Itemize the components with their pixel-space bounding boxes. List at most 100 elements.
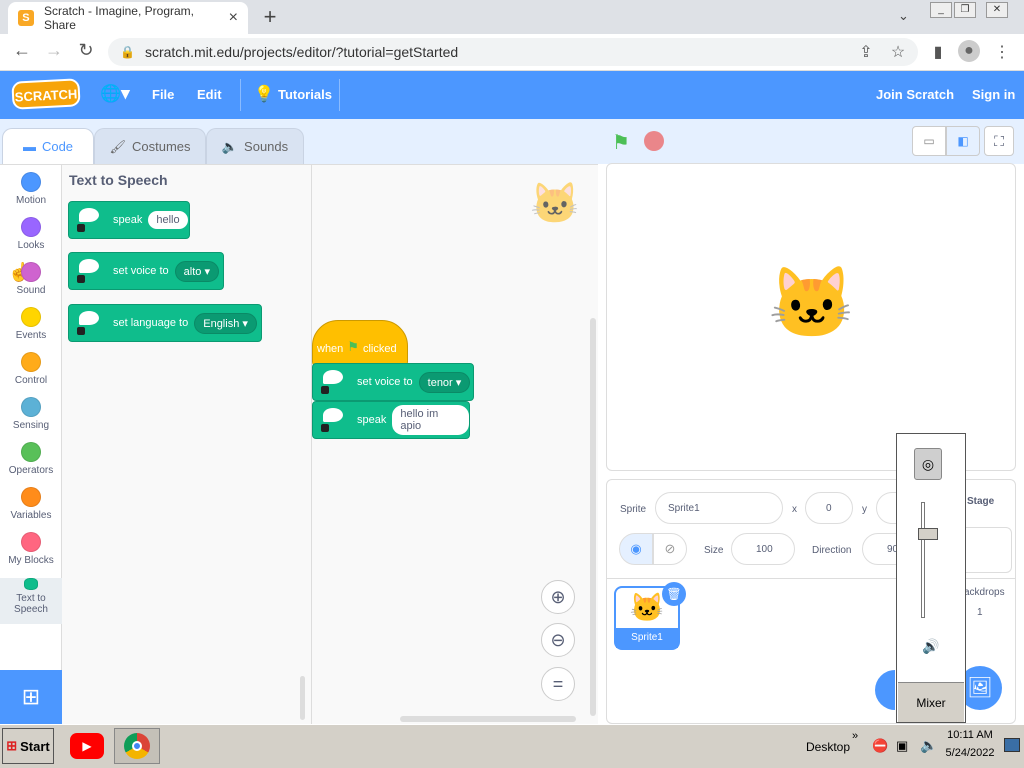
speech-bubble-icon	[323, 408, 343, 422]
category-events[interactable]: Events	[0, 307, 62, 341]
block-label: set voice to	[357, 376, 413, 388]
close-window-button[interactable]: ✕	[986, 2, 1008, 18]
minimize-button[interactable]: _	[930, 2, 952, 18]
script-horizontal-scrollbar[interactable]	[400, 716, 576, 722]
script-block-set-voice[interactable]: set voice to tenor ▾	[312, 363, 474, 401]
new-tab-button[interactable]: +	[258, 4, 282, 30]
code-icon: ▬	[22, 139, 36, 154]
volume-speaker-icon[interactable]: 🔊	[922, 638, 939, 655]
start-button[interactable]: ⊞ Start	[2, 728, 54, 764]
clock-date[interactable]: 5/24/2022	[940, 747, 1000, 759]
size-input[interactable]: 100	[731, 533, 795, 565]
category-sensing[interactable]: Sensing	[0, 397, 62, 431]
dropdown-value: English	[203, 317, 240, 330]
category-label: Sound	[16, 285, 46, 296]
tab-code[interactable]: ▬ Code	[2, 128, 94, 164]
forward-icon[interactable]: →	[42, 40, 66, 61]
block-dropdown[interactable]: English ▾	[194, 312, 257, 334]
small-stage-button[interactable]: ▭	[912, 126, 946, 156]
show-sprite-eye-icon[interactable]: ◉	[619, 533, 653, 565]
cat-sprite-icon[interactable]: 🐱	[768, 268, 855, 338]
category-text-to-speech[interactable]: Text to Speech	[0, 578, 62, 624]
backdrops-count: 1	[977, 607, 983, 618]
volume-slider-track[interactable]	[921, 502, 925, 618]
tray-volume-icon[interactable]: 🔈	[920, 737, 937, 754]
script-vertical-scrollbar[interactable]	[590, 318, 596, 716]
network-warning-icon[interactable]: ⛔	[872, 738, 888, 754]
zoom-reset-button[interactable]: =	[541, 667, 575, 701]
edit-menu[interactable]: Edit	[197, 87, 222, 102]
category-label: Text to Speech	[14, 593, 48, 615]
category-looks[interactable]: Looks	[0, 217, 62, 251]
category-sound[interactable]: Sound	[0, 262, 62, 296]
stage-thumbnail[interactable]	[958, 527, 1012, 573]
block-dropdown[interactable]: tenor ▾	[418, 371, 471, 393]
palette-block-set-voice[interactable]: set voice to alto ▾	[68, 252, 224, 290]
speaker-icon	[321, 424, 329, 432]
fullscreen-button[interactable]: ⛶	[984, 126, 1014, 156]
sign-in-link[interactable]: Sign in	[972, 87, 1015, 102]
tray-device-icon[interactable]: ▣	[896, 738, 908, 754]
category-operators[interactable]: Operators	[0, 442, 62, 476]
x-input[interactable]: 0	[805, 492, 853, 524]
category-label: Control	[14, 375, 48, 386]
chrome-taskbar-button[interactable]	[114, 728, 160, 764]
youtube-icon[interactable]: ▶	[70, 733, 104, 759]
palette-block-set-language[interactable]: set language to English ▾	[68, 304, 262, 342]
desktop-toolbar[interactable]: Desktop	[806, 740, 850, 754]
url-bar[interactable]: 🔒 scratch.mit.edu/projects/editor/?tutor…	[108, 38, 918, 66]
large-stage-button[interactable]: ◧	[946, 126, 980, 156]
block-label: set voice to	[113, 265, 169, 277]
tab-title: Scratch - Imagine, Program, Share	[43, 4, 194, 32]
when-flag-clicked-block[interactable]: when ⚑ clicked	[312, 320, 408, 366]
join-scratch-link[interactable]: Join Scratch	[876, 87, 954, 102]
add-extension-button[interactable]: ⊞	[0, 670, 62, 724]
tutorials-menu[interactable]: Tutorials	[278, 87, 332, 102]
block-input[interactable]: hello	[148, 211, 188, 229]
tab-costumes[interactable]: 🖌 Costumes	[94, 128, 206, 164]
toolbar-chevron-icon[interactable]: »	[852, 730, 858, 742]
delete-sprite-icon[interactable]: 🗑	[662, 582, 686, 606]
dropdown-value: tenor	[427, 376, 453, 389]
show-desktop-icon[interactable]	[1004, 738, 1020, 752]
back-icon[interactable]: ←	[10, 40, 34, 61]
script-block-speak[interactable]: speak hello im apio	[312, 401, 470, 439]
reload-icon[interactable]: ↻	[74, 40, 98, 61]
profile-avatar-icon[interactable]: ●	[958, 40, 980, 62]
palette-block-speak[interactable]: speak hello	[68, 201, 190, 239]
volume-slider-thumb[interactable]	[918, 528, 938, 540]
block-label: set language to	[113, 317, 189, 329]
scratch-logo[interactable]: SCRATCH	[11, 78, 81, 110]
tab-search-chevron-icon[interactable]: ⌄	[898, 8, 909, 24]
browser-menu-icon[interactable]: ⋮	[992, 42, 1012, 62]
palette-scrollbar[interactable]	[300, 676, 305, 720]
speaker-icon	[77, 224, 85, 232]
block-dropdown[interactable]: alto ▾	[174, 260, 219, 282]
category-variables[interactable]: Variables	[0, 487, 62, 521]
category-motion[interactable]: Motion	[0, 172, 62, 206]
tab-sounds[interactable]: 🔈 Sounds	[206, 128, 304, 164]
bookmark-star-icon[interactable]: ☆	[888, 42, 908, 62]
sprite-name-input[interactable]: Sprite1	[655, 492, 783, 524]
stop-button[interactable]	[644, 131, 664, 151]
category-my-blocks[interactable]: My Blocks	[0, 532, 62, 566]
speaker-icon	[321, 386, 329, 394]
share-icon[interactable]: ⇪	[856, 42, 876, 62]
block-input[interactable]: hello im apio	[392, 405, 469, 435]
close-tab-icon[interactable]: ×	[229, 9, 238, 27]
restore-button[interactable]: ❐	[954, 2, 976, 18]
category-color-dot	[21, 262, 41, 282]
zoom-in-button[interactable]: ⊕	[541, 580, 575, 614]
clock-time[interactable]: 10:11 AM	[940, 729, 1000, 741]
zoom-out-button[interactable]: ⊖	[541, 623, 575, 657]
hide-sprite-eye-icon[interactable]: ⊘	[653, 533, 687, 565]
menu-divider	[240, 79, 241, 111]
side-panel-icon[interactable]: ▮	[928, 42, 948, 62]
mixer-button[interactable]: Mixer	[898, 682, 964, 722]
category-control[interactable]: Control	[0, 352, 62, 386]
tab-sounds-label: Sounds	[244, 139, 289, 154]
green-flag-button[interactable]: ⚑	[612, 130, 630, 155]
file-menu[interactable]: File	[152, 87, 174, 102]
language-globe-icon[interactable]: 🌐▾	[100, 84, 130, 104]
browser-tab[interactable]: S Scratch - Imagine, Program, Share ×	[8, 2, 248, 34]
